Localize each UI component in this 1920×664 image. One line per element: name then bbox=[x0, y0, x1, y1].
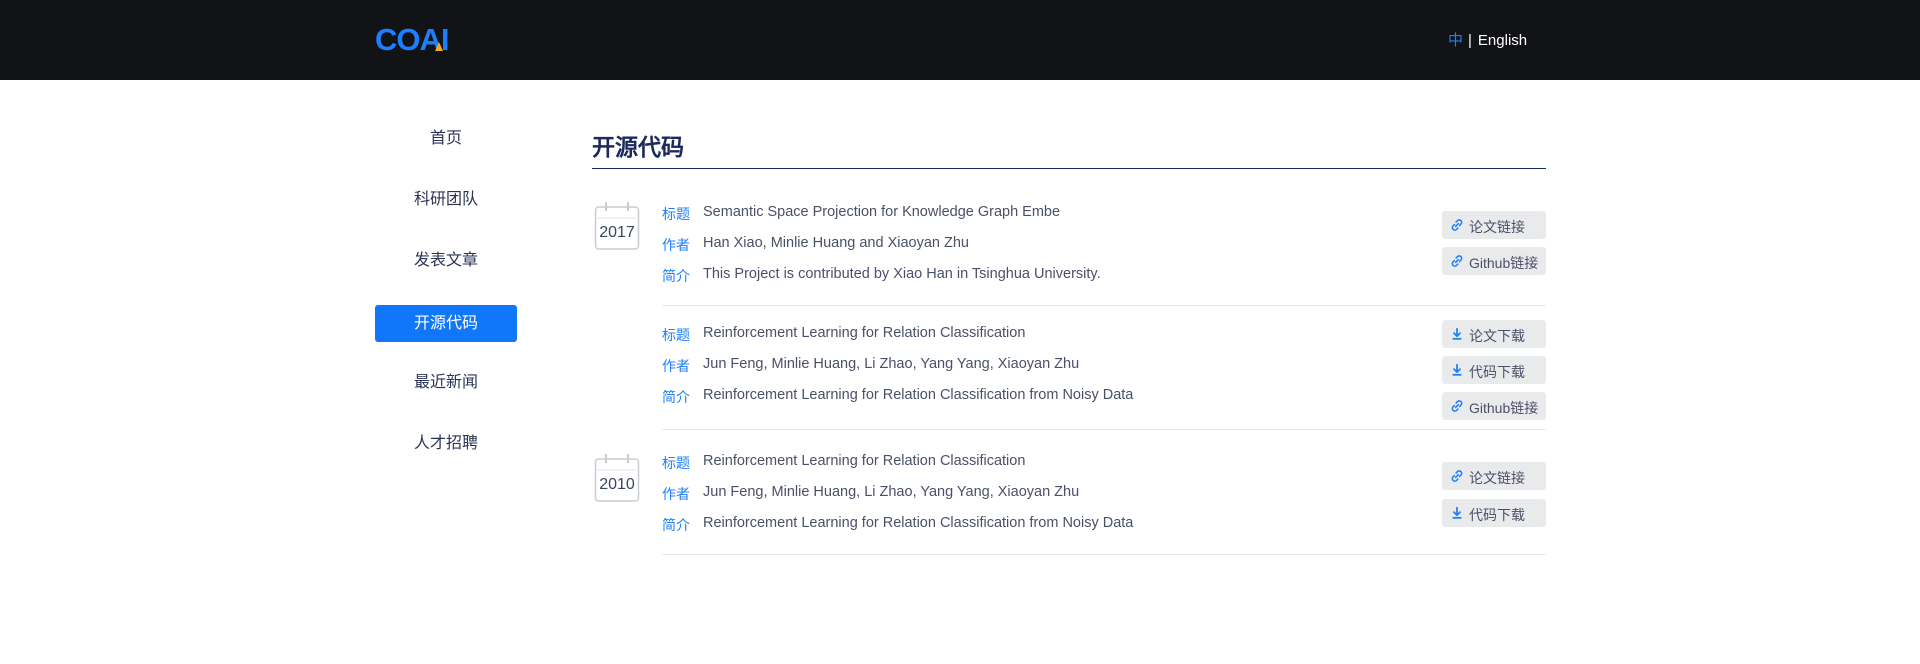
field-label-title: 标题 bbox=[662, 327, 690, 343]
button-label: 论文链接 bbox=[1469, 470, 1525, 486]
entry-author: Han Xiao, Minlie Huang and Xiaoyan Zhu bbox=[703, 235, 969, 251]
paper-link-button[interactable]: 论文链接 bbox=[1442, 211, 1546, 239]
link-icon bbox=[1451, 219, 1463, 231]
link-icon bbox=[1451, 400, 1463, 412]
entry-title: Reinforcement Learning for Relation Clas… bbox=[703, 325, 1026, 341]
sidebar-item-publications[interactable]: 发表文章 bbox=[375, 242, 517, 279]
button-label: 论文链接 bbox=[1469, 219, 1525, 235]
calendar-icon: 2017 bbox=[594, 201, 640, 250]
sidebar-item-careers[interactable]: 人才招聘 bbox=[375, 425, 517, 462]
entry-title: Semantic Space Projection for Knowledge … bbox=[703, 204, 1061, 220]
entry-divider bbox=[662, 554, 1546, 555]
calendar-icon: 2010 bbox=[594, 453, 640, 502]
field-label-author: 作者 bbox=[662, 237, 690, 253]
download-icon bbox=[1452, 363, 1462, 376]
button-label: 代码下载 bbox=[1469, 507, 1525, 523]
page-title: 开源代码 bbox=[592, 134, 684, 160]
button-label: 代码下载 bbox=[1469, 364, 1525, 380]
field-label-intro: 简介 bbox=[662, 268, 690, 284]
lang-separator: | bbox=[1468, 32, 1472, 49]
entry-divider bbox=[662, 429, 1546, 430]
entry-intro: Reinforcement Learning for Relation Clas… bbox=[703, 387, 1134, 403]
field-label-author: 作者 bbox=[662, 486, 690, 502]
entry-author: Jun Feng, Minlie Huang, Li Zhao, Yang Ya… bbox=[703, 484, 1080, 500]
github-link-button[interactable]: Github链接 bbox=[1442, 392, 1546, 420]
year-label: 2010 bbox=[599, 476, 635, 493]
field-label-intro: 简介 bbox=[662, 389, 690, 405]
year-label: 2017 bbox=[599, 224, 635, 241]
paper-link-button[interactable]: 论文链接 bbox=[1442, 462, 1546, 490]
entry-author: Jun Feng, Minlie Huang, Li Zhao, Yang Ya… bbox=[703, 356, 1080, 372]
field-label-author: 作者 bbox=[662, 358, 690, 374]
download-icon bbox=[1452, 327, 1462, 340]
entry-intro: This Project is contributed by Xiao Han … bbox=[703, 266, 1101, 282]
entry-intro: Reinforcement Learning for Relation Clas… bbox=[703, 515, 1134, 531]
sidebar-item-research-team[interactable]: 科研团队 bbox=[375, 181, 517, 218]
coai-logo[interactable]: COAI bbox=[375, 24, 459, 52]
top-navbar: COAI 中 | English bbox=[0, 0, 1920, 80]
title-divider bbox=[592, 168, 1546, 169]
button-label: Github链接 bbox=[1469, 400, 1539, 416]
entry-title: Reinforcement Learning for Relation Clas… bbox=[703, 453, 1026, 469]
github-link-button[interactable]: Github链接 bbox=[1442, 247, 1546, 275]
code-download-button[interactable]: 代码下载 bbox=[1442, 356, 1546, 384]
language-switcher: 中 | English bbox=[1448, 29, 1527, 50]
entry-divider bbox=[662, 305, 1546, 306]
button-label: 论文下载 bbox=[1469, 328, 1525, 344]
sidebar-item-news[interactable]: 最近新闻 bbox=[375, 364, 517, 401]
paper-download-button[interactable]: 论文下载 bbox=[1442, 320, 1546, 348]
field-label-title: 标题 bbox=[662, 455, 690, 471]
lang-en-link[interactable]: English bbox=[1478, 32, 1527, 49]
field-label-intro: 简介 bbox=[662, 517, 690, 533]
field-label-title: 标题 bbox=[662, 206, 690, 222]
button-label: Github链接 bbox=[1469, 255, 1539, 271]
sidebar-item-home[interactable]: 首页 bbox=[375, 120, 517, 157]
lang-zh-link[interactable]: 中 bbox=[1448, 32, 1463, 49]
link-icon bbox=[1451, 470, 1463, 482]
code-download-button[interactable]: 代码下载 bbox=[1442, 499, 1546, 527]
sidebar-item-open-source-code[interactable]: 开源代码 bbox=[375, 305, 517, 342]
link-icon bbox=[1451, 255, 1463, 267]
download-icon bbox=[1452, 506, 1462, 519]
